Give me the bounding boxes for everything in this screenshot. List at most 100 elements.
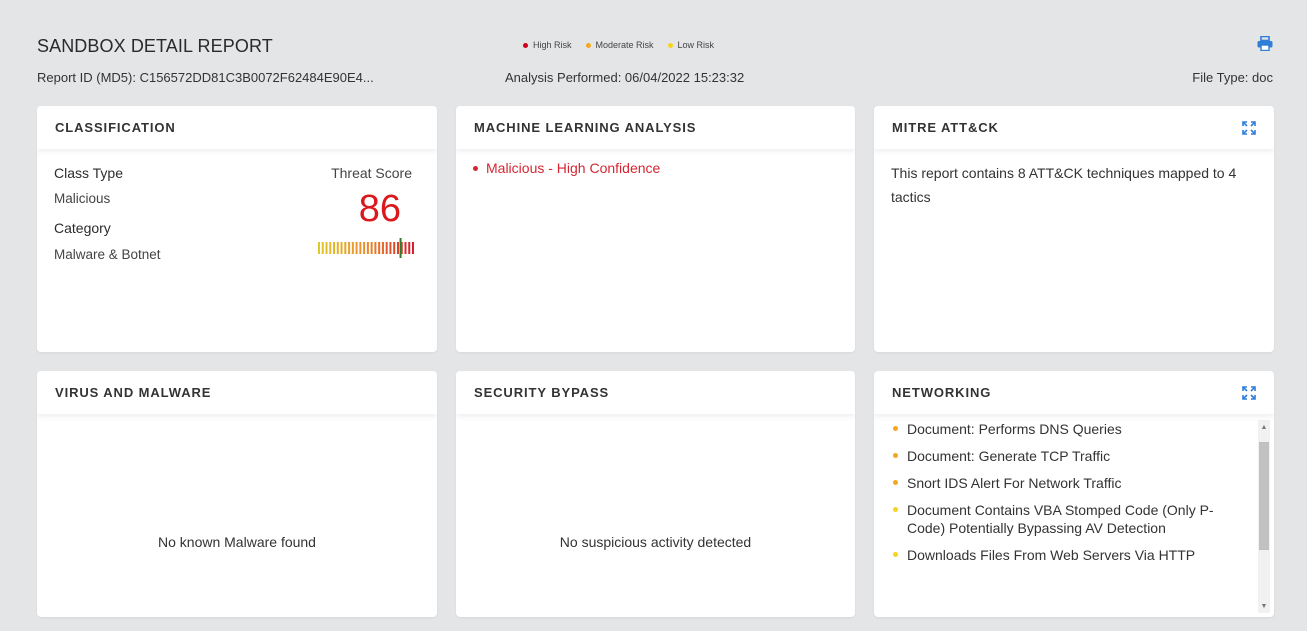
card-header: MACHINE LEARNING ANALYSIS [456, 106, 855, 149]
networking-card: NETWORKING Document: Performs DNS Querie… [874, 371, 1274, 617]
gauge-tick [359, 242, 362, 254]
scroll-down-arrow-icon[interactable]: ▼ [1258, 599, 1270, 613]
bullet-dot [893, 480, 898, 485]
card-title: CLASSIFICATION [55, 120, 176, 135]
card-title: MITRE ATT&CK [892, 120, 999, 135]
gauge-tick [404, 242, 407, 254]
gauge-tick [321, 242, 324, 254]
gauge-tick [355, 242, 358, 254]
list-item: Downloads Files From Web Servers Via HTT… [891, 546, 1246, 564]
legend-dot [523, 42, 528, 48]
bypass-message: No suspicious activity detected [559, 534, 752, 550]
scroll-up-arrow-icon[interactable]: ▲ [1258, 420, 1270, 434]
report-id: Report ID (MD5): C156572DD81C3B0072F6248… [37, 70, 374, 85]
card-header: VIRUS AND MALWARE [37, 371, 437, 414]
classification-card: CLASSIFICATION Class Type Malicious Cate… [37, 106, 437, 352]
category-label: Category [54, 220, 111, 236]
ml-body: Malicious - High Confidence [456, 149, 855, 352]
virus-body: No known Malware found [37, 414, 437, 617]
list-item: Document: Generate TCP Traffic [891, 447, 1246, 465]
legend-moderate-risk: Moderate Risk [585, 40, 654, 50]
gauge-tick [318, 242, 320, 254]
list-item: Document: Performs DNS Queries [891, 420, 1246, 438]
list-item-text: Document: Performs DNS Queries [907, 421, 1122, 437]
mitre-attack-card: MITRE ATT&CK This report contains 8 ATT&… [874, 106, 1274, 352]
card-title: MACHINE LEARNING ANALYSIS [474, 120, 697, 135]
analysis-performed: Analysis Performed: 06/04/2022 15:23:32 [505, 70, 745, 85]
gauge-tick [393, 242, 396, 254]
gauge-tick [333, 242, 336, 254]
bullet-dot [893, 507, 898, 512]
expand-icon[interactable] [1242, 385, 1256, 400]
gauge-tick [378, 242, 381, 254]
networking-scrollbar[interactable]: ▲ ▼ [1258, 420, 1270, 613]
gauge-tick [340, 242, 343, 254]
gauge-tick [370, 242, 373, 254]
legend-label: Moderate Risk [595, 40, 654, 50]
printer-icon[interactable] [1257, 36, 1273, 51]
list-item-text: Snort IDS Alert For Network Traffic [907, 475, 1122, 491]
virus-malware-card: VIRUS AND MALWARE No known Malware found [37, 371, 437, 617]
gauge-tick [381, 242, 384, 254]
bullet-dot [893, 453, 898, 458]
class-type-value: Malicious [54, 191, 111, 206]
card-title: SECURITY BYPASS [474, 385, 610, 400]
list-item-text: Downloads Files From Web Servers Via HTT… [907, 547, 1196, 563]
ml-result: Malicious - High Confidence [473, 160, 660, 176]
bullet-dot [893, 426, 898, 431]
legend-dot [585, 42, 591, 48]
gauge-tick [325, 242, 328, 254]
gauge-tick [336, 242, 339, 254]
gauge-tick [348, 242, 351, 254]
threat-score-label: Threat Score [331, 165, 412, 181]
gauge-tick [396, 242, 399, 254]
report-title: SANDBOX DETAIL REPORT [37, 36, 273, 56]
gauge-tick [374, 242, 377, 254]
risk-legend: High Risk Moderate Risk Low Risk [523, 40, 714, 50]
threat-score-gauge [318, 238, 414, 258]
legend-high-risk: High Risk [523, 40, 572, 50]
bullet-dot [473, 165, 478, 171]
gauge-marker [399, 238, 402, 258]
bypass-body: No suspicious activity detected [456, 414, 855, 617]
class-type-label: Class Type [54, 165, 123, 181]
list-item-text: Document Contains VBA Stomped Code (Only… [907, 502, 1214, 536]
card-header: MITRE ATT&CK [874, 106, 1274, 149]
legend-low-risk: Low Risk [667, 40, 715, 50]
card-title: NETWORKING [892, 385, 992, 400]
gauge-tick [329, 242, 332, 254]
mitre-body: This report contains 8 ATT&CK techniques… [874, 149, 1274, 352]
gauge-tick [351, 242, 354, 254]
list-item: Document Contains VBA Stomped Code (Only… [891, 501, 1246, 537]
gauge-tick [363, 242, 366, 254]
bullet-dot [893, 552, 898, 557]
networking-body: Document: Performs DNS Queries Document:… [874, 414, 1274, 617]
gauge-tick [389, 242, 392, 254]
mitre-summary: This report contains 8 ATT&CK techniques… [891, 165, 1237, 205]
gauge-tick [412, 242, 414, 254]
legend-dot [667, 42, 673, 48]
legend-label: Low Risk [677, 40, 715, 50]
card-header: NETWORKING [874, 371, 1274, 414]
list-item-text: Document: Generate TCP Traffic [907, 448, 1111, 464]
virus-message: No known Malware found [158, 534, 316, 550]
expand-icon[interactable] [1242, 120, 1256, 135]
gauge-tick [408, 242, 411, 254]
report-header: SANDBOX DETAIL REPORT Report ID (MD5): C… [37, 36, 1273, 92]
gauge-tick [385, 242, 388, 254]
scrollbar-thumb[interactable] [1259, 442, 1269, 550]
card-header: CLASSIFICATION [37, 106, 437, 149]
legend-label: High Risk [533, 40, 572, 50]
machine-learning-card: MACHINE LEARNING ANALYSIS Malicious - Hi… [456, 106, 855, 352]
gauge-tick [344, 242, 347, 254]
security-bypass-card: SECURITY BYPASS No suspicious activity d… [456, 371, 855, 617]
card-title: VIRUS AND MALWARE [55, 385, 212, 400]
threat-score: 86 [358, 188, 401, 230]
gauge-tick [366, 242, 369, 254]
classification-body: Class Type Malicious Category Malware & … [37, 149, 437, 352]
file-type: File Type: doc [1192, 70, 1273, 85]
list-item: Snort IDS Alert For Network Traffic [891, 474, 1246, 492]
ml-result-text: Malicious - High Confidence [486, 160, 661, 176]
card-header: SECURITY BYPASS [456, 371, 855, 414]
networking-list: Document: Performs DNS Queries Document:… [891, 420, 1246, 617]
